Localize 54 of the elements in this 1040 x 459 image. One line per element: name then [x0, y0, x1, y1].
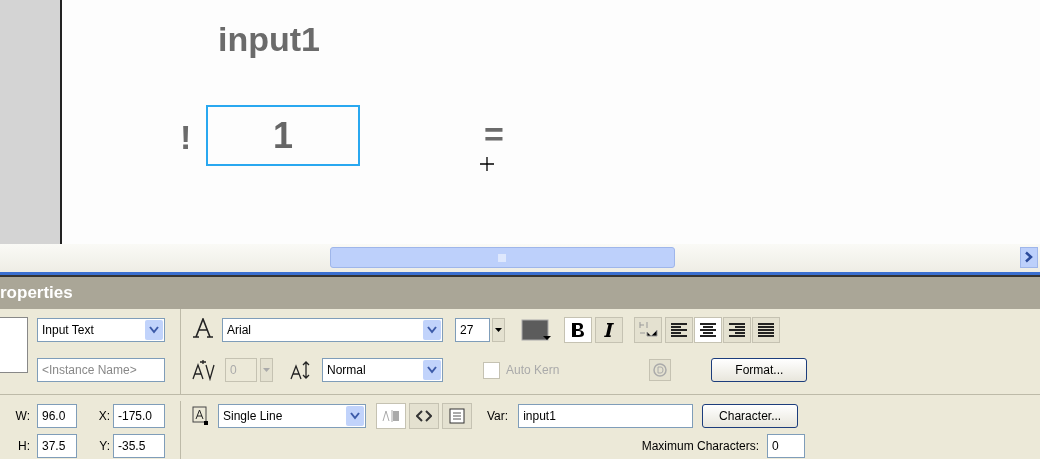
input-field[interactable]: 1	[206, 105, 360, 166]
bordered-text-icon[interactable]	[449, 408, 465, 424]
y-field[interactable]: -35.5	[113, 434, 165, 458]
x-field[interactable]: -175.0	[113, 404, 165, 428]
variable-label: input1	[218, 20, 320, 59]
italic-icon[interactable]	[603, 322, 615, 338]
chevron-down-icon[interactable]	[149, 326, 159, 334]
align-left-icon[interactable]	[670, 322, 688, 338]
scrollbar-thumb[interactable]	[330, 247, 675, 268]
auto-kern-label: Auto Kern	[506, 363, 560, 377]
align-justify-button[interactable]	[752, 317, 780, 343]
line-type-dropdown[interactable]: Single Line	[218, 404, 366, 428]
font-position-dropdown[interactable]: Normal	[322, 358, 443, 382]
align-right-icon[interactable]	[728, 322, 746, 338]
width-label: W:	[14, 409, 30, 423]
code-brackets-icon[interactable]	[416, 410, 432, 422]
var-label: Var:	[487, 409, 509, 423]
italic-button[interactable]	[595, 317, 623, 343]
bold-icon[interactable]	[571, 322, 585, 338]
chevron-down-icon[interactable]	[427, 326, 437, 334]
x-label: X:	[97, 409, 110, 423]
max-characters-field[interactable]: 0	[767, 434, 805, 458]
var-field[interactable]: input1	[518, 404, 694, 428]
align-center-button[interactable]	[694, 317, 722, 343]
exclamation-text: !	[180, 118, 192, 157]
font-dropdown[interactable]: Arial	[222, 318, 443, 342]
panel-title: roperties	[0, 283, 73, 303]
scroll-right-button[interactable]	[1020, 247, 1038, 268]
line-type-icon	[192, 406, 208, 426]
align-right-button[interactable]	[723, 317, 751, 343]
crosshair-cursor-icon	[480, 157, 494, 171]
text-color-swatch-icon[interactable]	[520, 317, 554, 343]
instance-name-field[interactable]: <Instance Name>	[37, 358, 165, 382]
font-size-arrow-button[interactable]	[492, 318, 505, 342]
height-label: H:	[17, 439, 30, 453]
triangle-down-icon[interactable]	[495, 328, 502, 332]
width-field[interactable]: 96.0	[37, 404, 77, 428]
max-characters-label: Maximum Characters:	[641, 439, 759, 453]
character-button[interactable]: Character...	[702, 404, 799, 428]
align-left-button[interactable]	[665, 317, 693, 343]
html-render-button[interactable]	[409, 403, 439, 429]
y-label: Y:	[98, 439, 110, 453]
bold-button[interactable]	[564, 317, 592, 343]
align-center-icon[interactable]	[699, 322, 717, 338]
equals-sign: =	[484, 120, 504, 148]
chevron-down-icon[interactable]	[427, 366, 437, 374]
format-button[interactable]: Format...	[711, 358, 808, 382]
font-size-field[interactable]: 27	[455, 318, 490, 342]
tracking-arrow-button[interactable]	[260, 358, 273, 382]
chevron-right-icon[interactable]	[1024, 251, 1034, 263]
align-justify-icon[interactable]	[757, 322, 775, 338]
text-type-dropdown[interactable]: Input Text	[37, 318, 165, 342]
height-field[interactable]: 37.5	[37, 434, 77, 458]
chevron-down-icon[interactable]	[350, 412, 360, 420]
